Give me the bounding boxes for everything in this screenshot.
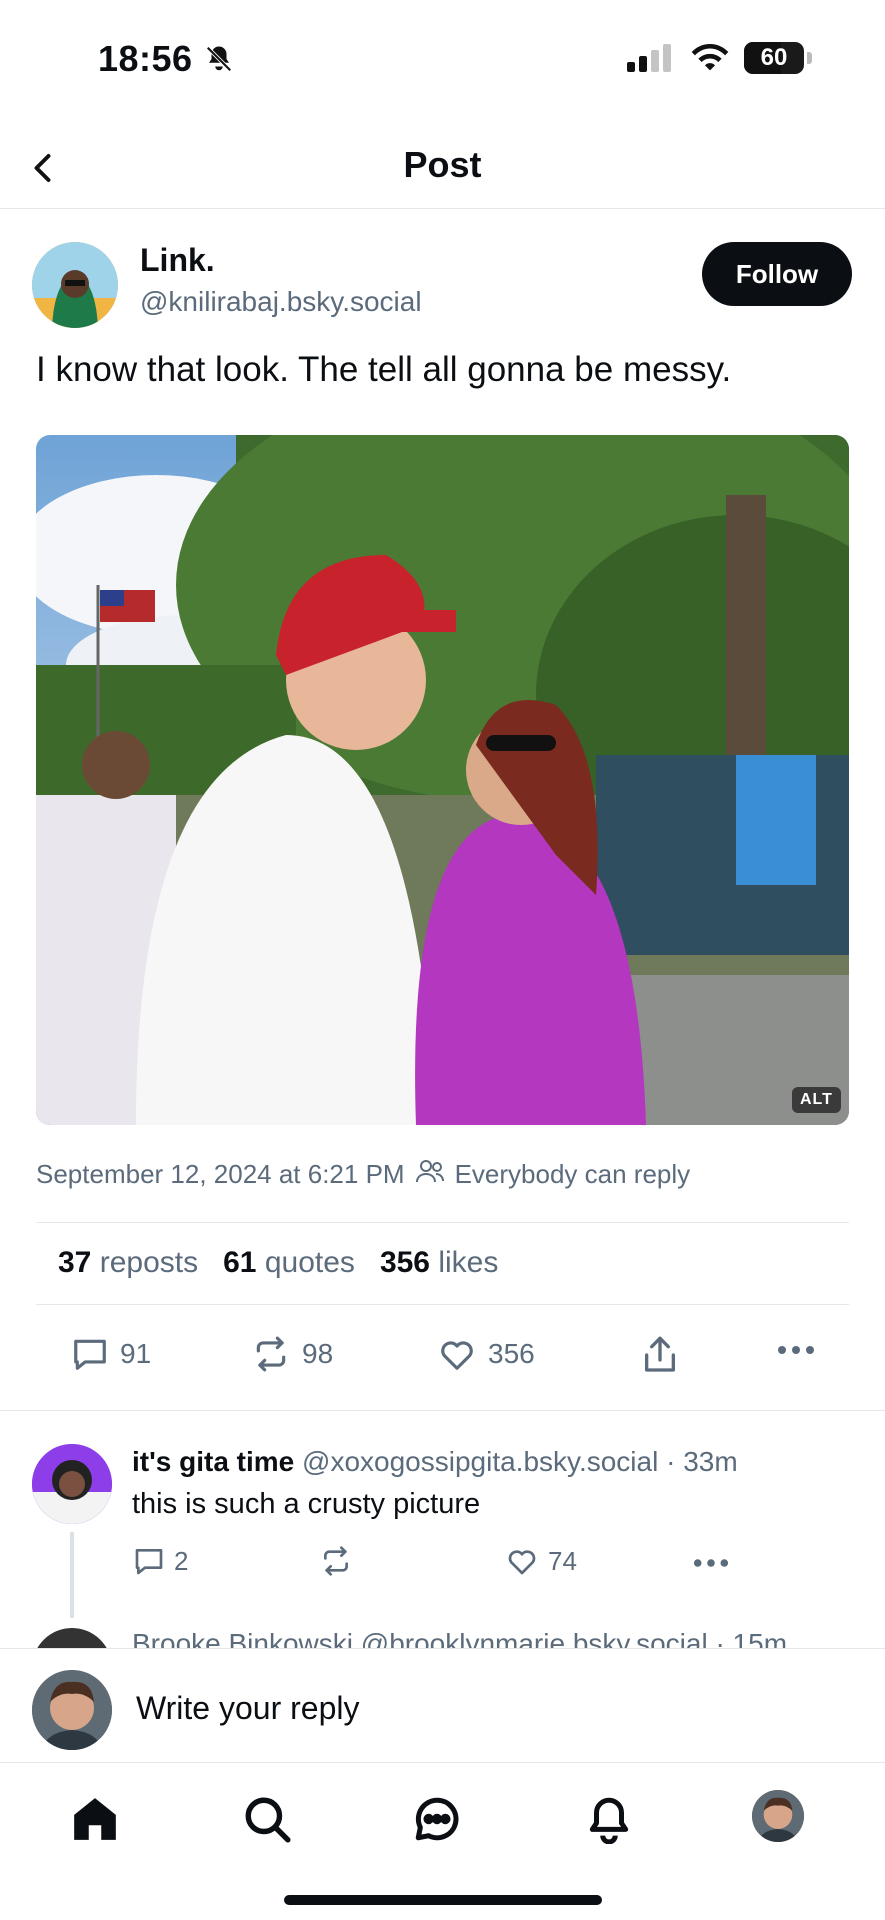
follow-button[interactable]: Follow xyxy=(702,242,852,306)
reposts-count[interactable]: 37 xyxy=(58,1246,91,1279)
heart-icon xyxy=(508,1550,536,1575)
post-image[interactable] xyxy=(36,435,849,1125)
likes-label[interactable]: likes xyxy=(438,1246,498,1279)
heart-icon xyxy=(441,1341,473,1370)
reply-reply-count: 2 xyxy=(174,1545,189,1576)
author-avatar[interactable] xyxy=(32,242,118,328)
thread-line xyxy=(70,1532,74,1618)
reply-like-action[interactable]: 74 xyxy=(504,1545,577,1577)
reply-repost-action[interactable] xyxy=(318,1545,354,1577)
profile-avatar[interactable] xyxy=(752,1790,804,1842)
reply-compose-bar[interactable] xyxy=(0,1648,885,1763)
home-icon[interactable] xyxy=(68,1792,122,1846)
reply-reply-action[interactable]: 2 xyxy=(132,1545,188,1577)
comment-icon xyxy=(74,1339,106,1370)
author-handle[interactable]: @knilirabaj.bsky.social xyxy=(140,286,422,318)
repost-icon xyxy=(324,1546,348,1576)
status-time: 18:56 xyxy=(98,38,193,79)
people-icon xyxy=(415,1158,445,1191)
reply-count: 91 xyxy=(120,1338,152,1369)
post-timestamp: September 12, 2024 at 6:21 PM xyxy=(36,1159,405,1189)
like-count: 356 xyxy=(488,1338,535,1369)
quotes-count[interactable]: 61 xyxy=(223,1246,256,1279)
repost-icon xyxy=(256,1336,286,1372)
alt-text-badge[interactable]: ALT xyxy=(792,1087,841,1113)
chevron-left-icon[interactable] xyxy=(26,148,66,188)
stats-top-divider xyxy=(36,1222,849,1223)
reply-age: · 33m xyxy=(666,1446,738,1477)
ellipsis-icon xyxy=(778,1346,814,1354)
reply-author-handle[interactable]: @xoxogossipgita.bsky.social xyxy=(302,1446,658,1477)
header-divider xyxy=(0,208,885,209)
repost-count: 98 xyxy=(302,1338,334,1369)
my-avatar xyxy=(32,1670,112,1750)
reply-input[interactable]: Write your reply xyxy=(136,1690,359,1727)
post-stats: 37 reposts 61 quotes 356 likes xyxy=(58,1246,498,1280)
battery-level: 60 xyxy=(760,44,788,71)
wifi-icon xyxy=(690,42,730,77)
share-action[interactable] xyxy=(640,1335,680,1375)
share-icon xyxy=(645,1336,675,1372)
thread-divider xyxy=(0,1410,885,1411)
quotes-label[interactable]: quotes xyxy=(265,1246,355,1279)
page-title: Post xyxy=(403,144,482,185)
likes-count[interactable]: 356 xyxy=(380,1246,430,1279)
home-indicator xyxy=(284,1895,602,1905)
like-action[interactable]: 356 xyxy=(436,1335,535,1373)
reply-setting[interactable]: Everybody can reply xyxy=(455,1159,691,1190)
author-name[interactable]: Link. xyxy=(140,242,215,279)
chat-icon[interactable] xyxy=(410,1792,464,1846)
battery-indicator: 60 xyxy=(744,42,812,74)
reply-text: this is such a crusty picture xyxy=(132,1488,481,1520)
reply-header: it's gita time @xoxogossipgita.bsky.soci… xyxy=(132,1446,738,1478)
post-meta: September 12, 2024 at 6:21 PM Everybody … xyxy=(36,1158,690,1191)
notifications-icon[interactable] xyxy=(582,1792,636,1846)
more-options-button[interactable] xyxy=(776,1340,816,1360)
stats-bottom-divider xyxy=(36,1304,849,1305)
reply-avatar[interactable] xyxy=(32,1444,112,1524)
search-icon[interactable] xyxy=(240,1792,294,1846)
comment-icon xyxy=(135,1549,163,1575)
cellular-signal-icon xyxy=(627,44,673,77)
ellipsis-icon xyxy=(693,1559,729,1567)
post-text: I know that look. The tell all gonna be … xyxy=(36,350,732,389)
reply-action[interactable]: 91 xyxy=(70,1335,151,1373)
repost-action[interactable]: 98 xyxy=(250,1335,333,1373)
reposts-label[interactable]: reposts xyxy=(100,1246,198,1279)
bell-slash-icon xyxy=(204,44,234,79)
reply-more-options-button[interactable] xyxy=(692,1555,730,1571)
reply-author-name[interactable]: it's gita time xyxy=(132,1446,294,1477)
reply-like-count: 74 xyxy=(548,1545,577,1576)
